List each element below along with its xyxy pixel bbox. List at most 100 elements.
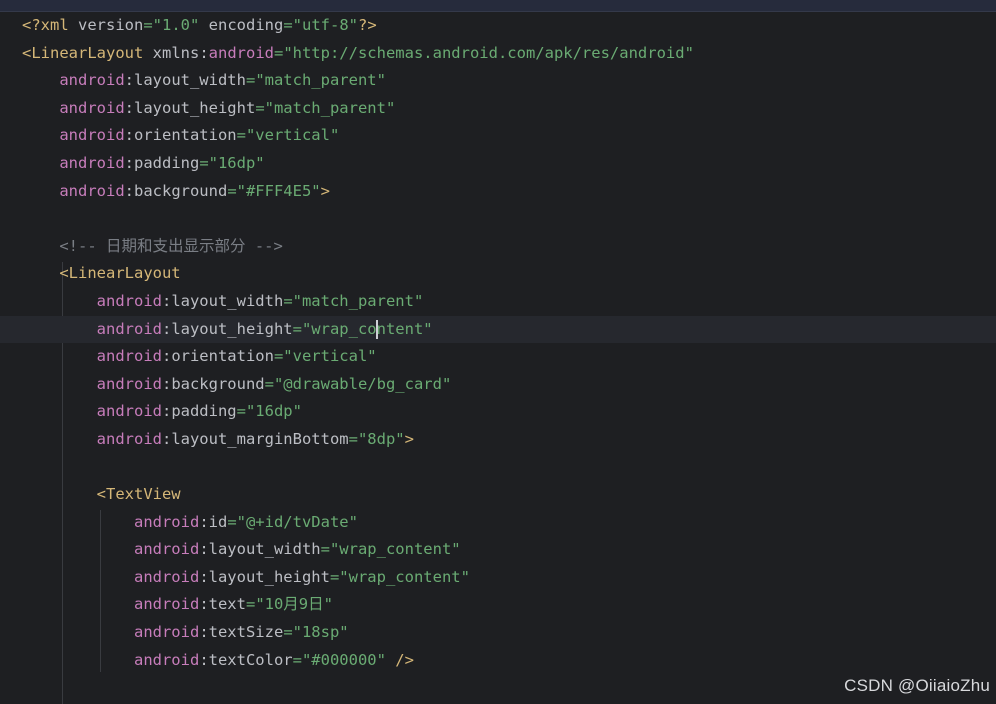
code-token: ="#000000" bbox=[292, 650, 386, 669]
code-line[interactable]: android:background="#FFF4E5"> bbox=[22, 178, 996, 206]
code-token: android bbox=[96, 402, 162, 421]
code-token: android bbox=[208, 43, 274, 62]
code-line[interactable]: android:layout_marginBottom="8dp"> bbox=[22, 426, 996, 454]
code-token: encoding bbox=[199, 16, 284, 34]
code-line[interactable]: android:layout_height="wrap_content" bbox=[22, 564, 996, 592]
code-line[interactable]: android:padding="16dp" bbox=[22, 398, 996, 426]
code-line[interactable]: android:textSize="18sp" bbox=[22, 619, 996, 647]
code-token: > bbox=[404, 429, 414, 448]
code-token: :padding bbox=[161, 402, 237, 421]
code-token: /> bbox=[385, 650, 414, 669]
code-token: android bbox=[133, 540, 200, 559]
code-token: :orientation bbox=[161, 347, 274, 366]
code-token: xmlns: bbox=[152, 43, 209, 62]
code-token: :padding bbox=[124, 153, 200, 172]
code-token: <TextView bbox=[96, 485, 181, 504]
code-line[interactable]: android:orientation="vertical" bbox=[22, 343, 996, 371]
code-line[interactable]: android:layout_width="match_parent" bbox=[22, 67, 996, 95]
code-line[interactable]: ​ bbox=[22, 454, 996, 482]
code-token: :layout_width bbox=[199, 540, 321, 559]
code-editor[interactable]: <?xml version="1.0" encoding="utf-8"?> <L… bbox=[0, 0, 996, 704]
code-token: :layout_width bbox=[161, 291, 284, 310]
code-token: ="vertical" bbox=[273, 347, 377, 366]
code-token: ?> bbox=[357, 16, 377, 34]
code-token: version bbox=[78, 16, 144, 34]
code-token: ="1.0" bbox=[143, 16, 200, 34]
code-token: :background bbox=[161, 374, 265, 393]
code-token: ="wrap_content" bbox=[329, 567, 470, 586]
code-token: ="18sp" bbox=[283, 623, 349, 642]
code-token: android bbox=[59, 71, 125, 90]
code-line[interactable]: android:text="10月9日" bbox=[22, 591, 996, 619]
code-token: :layout_height bbox=[124, 98, 256, 117]
code-token: android bbox=[96, 319, 162, 338]
code-line[interactable]: android:background="@drawable/bg_card" bbox=[22, 371, 996, 399]
code-token: :textSize bbox=[199, 623, 284, 642]
code-token: ="http://schemas.android.com/apk/res/and… bbox=[273, 43, 694, 62]
code-token: ="10月9日" bbox=[245, 595, 333, 614]
code-token: ="vertical" bbox=[236, 126, 340, 145]
code-token: :background bbox=[124, 181, 228, 200]
code-token: :id bbox=[199, 512, 228, 531]
code-token: ="#FFF4E5" bbox=[227, 181, 321, 200]
code-token: ="wrap_co bbox=[292, 319, 377, 338]
code-token: :layout_width bbox=[124, 71, 246, 90]
code-line[interactable]: android:layout_height="match_parent" bbox=[22, 95, 996, 123]
code-line[interactable]: android:layout_height="wrap_content" bbox=[0, 315, 996, 344]
code-token: android bbox=[133, 623, 200, 642]
code-token: android bbox=[96, 291, 162, 310]
code-token: <LinearLayout bbox=[22, 43, 153, 62]
code-token: ="16dp" bbox=[236, 402, 302, 421]
code-token: android bbox=[96, 347, 162, 366]
code-token: android bbox=[59, 153, 125, 172]
watermark: CSDN @OiiaioZhu bbox=[844, 676, 990, 695]
code-token: ntent" bbox=[376, 319, 433, 338]
code-token: android bbox=[133, 650, 200, 669]
code-line[interactable]: <?xml version="1.0" encoding="utf-8"?> bbox=[22, 12, 996, 40]
code-token: ="8dp" bbox=[348, 429, 405, 448]
code-token: :orientation bbox=[124, 126, 237, 145]
code-token: ="@drawable/bg_card" bbox=[264, 374, 452, 393]
code-line[interactable]: android:layout_width="match_parent" bbox=[22, 288, 996, 316]
code-text-area[interactable]: <?xml version="1.0" encoding="utf-8"?> <L… bbox=[0, 12, 996, 675]
code-line[interactable]: android:textColor="#000000" /> bbox=[22, 647, 996, 675]
code-token: ="match_parent" bbox=[283, 291, 424, 310]
code-line[interactable]: android:orientation="vertical" bbox=[22, 122, 996, 150]
code-line[interactable]: android:padding="16dp" bbox=[22, 150, 996, 178]
code-line[interactable]: android:layout_width="wrap_content" bbox=[22, 536, 996, 564]
code-token: android bbox=[133, 595, 200, 614]
code-token: android bbox=[96, 374, 162, 393]
code-line[interactable]: android:id="@+id/tvDate" bbox=[22, 509, 996, 537]
code-token: <!-- 日期和支出显示部分 --> bbox=[59, 236, 283, 255]
code-token: ="match_parent" bbox=[255, 98, 396, 117]
code-line[interactable]: <TextView bbox=[22, 481, 996, 509]
code-token: > bbox=[320, 181, 330, 200]
code-line[interactable]: <LinearLayout bbox=[22, 260, 996, 288]
code-line[interactable]: <!-- 日期和支出显示部分 --> bbox=[22, 233, 996, 261]
code-token: android bbox=[59, 126, 125, 145]
code-token: <LinearLayout bbox=[59, 264, 181, 283]
code-line[interactable]: <LinearLayout xmlns:android="http://sche… bbox=[22, 40, 996, 68]
code-token: :layout_height bbox=[161, 319, 293, 338]
code-line[interactable]: ​ bbox=[22, 205, 996, 233]
code-token: ="match_parent" bbox=[245, 71, 386, 90]
code-token: android bbox=[96, 429, 162, 448]
code-token: android bbox=[133, 512, 200, 531]
code-token: ="utf-8" bbox=[283, 16, 358, 34]
